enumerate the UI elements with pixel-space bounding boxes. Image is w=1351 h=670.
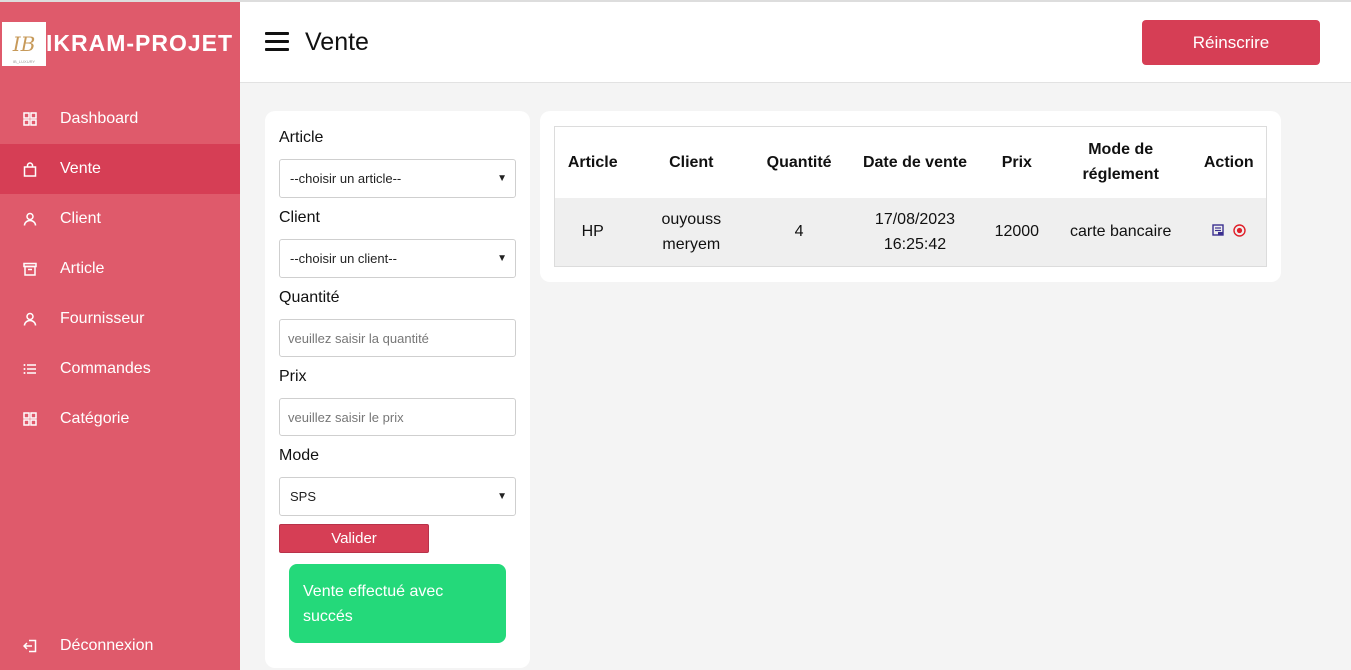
- logout-icon: [22, 638, 38, 654]
- delete-icon[interactable]: [1233, 224, 1246, 237]
- prix-input[interactable]: [279, 398, 516, 436]
- column-header: Article: [567, 153, 618, 171]
- cell-prix: 12000: [983, 197, 1050, 267]
- ventes-table: Article Client Quantité Date de vente Pr…: [554, 126, 1267, 267]
- sidebar-item-fournisseur[interactable]: Fournisseur: [0, 294, 240, 344]
- menu-toggle-icon[interactable]: [265, 32, 289, 52]
- cell-quantite: 4: [752, 197, 847, 267]
- sidebar-item-vente[interactable]: Vente: [0, 144, 240, 194]
- brand-logo: IB IB_LUXURY: [2, 22, 46, 66]
- sidebar-item-categorie[interactable]: Catégorie: [0, 394, 240, 444]
- sidebar-item-label: Dashboard: [60, 110, 139, 127]
- brand: IB IB_LUXURY IKRAM-PROJET: [0, 20, 240, 68]
- cell-client: ouyouss meryem: [630, 197, 753, 267]
- article-select[interactable]: --choisir un article-- ▼: [279, 159, 516, 198]
- cell-mode: carte bancaire: [1049, 197, 1192, 267]
- edit-icon[interactable]: [1212, 224, 1225, 237]
- client-select[interactable]: --choisir un client-- ▼: [279, 239, 516, 278]
- logo-subtext: IB_LUXURY: [12, 59, 36, 64]
- logout-label: Déconnexion: [60, 637, 154, 654]
- client-select-value: --choisir un client--: [290, 251, 397, 266]
- mode-label: Mode: [279, 447, 320, 464]
- sidebar-item-label: Commandes: [60, 360, 151, 377]
- sidebar: IB IB_LUXURY IKRAM-PROJET Dashboard Vent…: [0, 0, 240, 670]
- table-header-row: Article Client Quantité Date de vente Pr…: [555, 127, 1267, 198]
- success-alert: Vente effectué avec succés: [289, 564, 506, 643]
- brand-title: IKRAM-PROJET: [46, 30, 234, 56]
- cell-date: 17/08/2023 16:25:42: [846, 197, 984, 267]
- mode-select[interactable]: SPS ▼: [279, 477, 516, 516]
- sidebar-item-label: Catégorie: [60, 410, 130, 427]
- column-header: Quantité: [766, 153, 832, 171]
- chevron-down-icon: ▼: [497, 253, 507, 264]
- valider-button[interactable]: Valider: [279, 524, 429, 553]
- user-icon: [22, 211, 38, 227]
- logo-monogram: IB: [12, 32, 36, 56]
- mode-select-value: SPS: [290, 489, 317, 504]
- chevron-down-icon: ▼: [497, 491, 507, 502]
- chevron-down-icon: ▼: [497, 173, 507, 184]
- sidebar-item-client[interactable]: Client: [0, 194, 240, 244]
- top-header: Vente Réinscrire: [240, 0, 1351, 83]
- sidebar-item-article[interactable]: Article: [0, 244, 240, 294]
- table-row: HP ouyouss meryem 4 17/08/2023 16:25:42 …: [554, 197, 1267, 267]
- cell-action: [1191, 197, 1267, 267]
- grid-icon: [22, 111, 38, 127]
- quantite-label: Quantité: [279, 289, 340, 306]
- sidebar-item-label: Client: [60, 210, 101, 227]
- column-header: Client: [669, 153, 714, 171]
- column-header: Mode de réglement: [1082, 141, 1159, 184]
- grid-icon: [22, 411, 38, 427]
- client-label: Client: [279, 209, 320, 226]
- user-icon: [22, 311, 38, 327]
- row-actions: [1212, 224, 1246, 237]
- bag-icon: [22, 161, 38, 177]
- logout-button[interactable]: Déconnexion: [0, 621, 240, 670]
- archive-icon: [22, 261, 38, 277]
- article-select-value: --choisir un article--: [290, 171, 402, 186]
- sidebar-item-label: Fournisseur: [60, 310, 145, 327]
- sidebar-nav: Dashboard Vente Client Article Fournisse…: [0, 94, 240, 444]
- column-header: Prix: [1001, 153, 1032, 171]
- page-title: Vente: [305, 28, 369, 56]
- column-header: Date de vente: [862, 153, 967, 171]
- sidebar-item-commandes[interactable]: Commandes: [0, 344, 240, 394]
- sidebar-item-label: Article: [60, 260, 105, 277]
- cell-article: HP: [554, 197, 631, 267]
- sidebar-item-dashboard[interactable]: Dashboard: [0, 94, 240, 144]
- sidebar-item-label: Vente: [60, 160, 101, 177]
- list-icon: [22, 361, 38, 377]
- article-label: Article: [279, 129, 324, 146]
- prix-label: Prix: [279, 368, 307, 385]
- ventes-table-card: Article Client Quantité Date de vente Pr…: [540, 111, 1281, 282]
- reinscrire-button[interactable]: Réinscrire: [1142, 20, 1320, 65]
- vente-form: Article --choisir un article-- ▼ Client …: [265, 111, 530, 668]
- quantite-input[interactable]: [279, 319, 516, 357]
- column-header: Action: [1203, 153, 1254, 171]
